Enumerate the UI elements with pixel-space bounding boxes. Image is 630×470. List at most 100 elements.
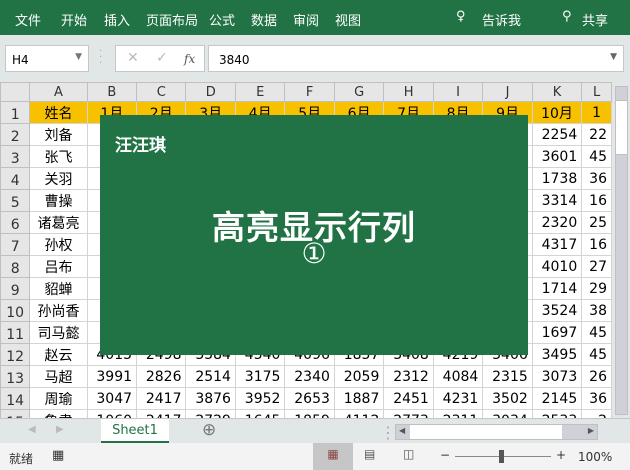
value-cell[interactable]: 3601 <box>531 145 583 168</box>
row-header[interactable]: 7 <box>0 233 31 256</box>
row-header[interactable]: 2 <box>0 123 31 146</box>
name-cell[interactable]: 张飞 <box>29 145 88 168</box>
splitter-handle[interactable]: ⋮ <box>380 423 396 442</box>
column-header-d[interactable]: D <box>185 82 236 102</box>
formula-input[interactable]: 3840 ▼ <box>208 45 624 72</box>
value-cell[interactable]: 36 <box>581 167 612 190</box>
value-cell[interactable]: 22 <box>581 123 612 146</box>
value-cell[interactable]: 1738 <box>531 167 583 190</box>
row-header[interactable]: 10 <box>0 299 31 322</box>
value-cell[interactable]: 2514 <box>185 365 236 388</box>
value-cell[interactable]: 16 <box>581 189 612 212</box>
value-cell[interactable]: 3876 <box>185 387 236 410</box>
name-cell[interactable]: 司马懿 <box>29 321 88 344</box>
row-header[interactable]: 13 <box>0 365 31 388</box>
prev-sheet-icon[interactable]: ◀ <box>28 424 36 435</box>
splitter-handle[interactable]: · · · <box>99 47 102 69</box>
row-header[interactable]: 14 <box>0 387 31 410</box>
tab-formulas[interactable]: 公式 <box>209 10 235 29</box>
row-header[interactable]: 3 <box>0 145 31 168</box>
name-cell[interactable]: 马超 <box>29 365 88 388</box>
value-cell[interactable]: 3073 <box>531 365 583 388</box>
value-cell[interactable]: 1645 <box>234 409 286 418</box>
sheet-tab-sheet1[interactable]: Sheet1 <box>101 419 169 443</box>
normal-view-icon[interactable]: ▦ <box>313 443 353 470</box>
column-header-a[interactable]: A <box>29 82 88 102</box>
name-box[interactable]: H4 ▼ <box>5 45 89 72</box>
name-cell[interactable]: 赵云 <box>29 343 88 366</box>
scroll-left-icon[interactable]: ◀ <box>399 426 405 435</box>
row-header[interactable]: 6 <box>0 211 31 234</box>
value-cell[interactable]: 1060 <box>86 409 138 418</box>
name-cell[interactable]: 关羽 <box>29 167 88 190</box>
chevron-down-icon[interactable]: ▼ <box>75 52 82 62</box>
column-header-f[interactable]: F <box>284 82 335 102</box>
value-cell[interactable]: 25 <box>581 211 612 234</box>
value-cell[interactable]: 2059 <box>333 365 385 388</box>
value-cell[interactable]: 1714 <box>531 277 583 300</box>
value-cell[interactable]: 45 <box>581 321 612 344</box>
value-cell[interactable]: 4112 <box>333 409 385 418</box>
tell-me[interactable]: 告诉我 <box>482 10 521 29</box>
header-cell[interactable]: 1 <box>581 101 612 124</box>
value-cell[interactable]: 2773 <box>383 409 434 418</box>
row-header[interactable]: 5 <box>0 189 31 212</box>
row-header[interactable]: 9 <box>0 277 31 300</box>
name-cell[interactable]: 孙尚香 <box>29 299 88 322</box>
header-cell[interactable]: 姓名 <box>29 101 88 124</box>
tab-data[interactable]: 数据 <box>251 10 277 29</box>
value-cell[interactable]: 16 <box>581 233 612 256</box>
cancel-icon[interactable]: ✕ <box>127 50 139 66</box>
value-cell[interactable]: 29 <box>581 277 612 300</box>
column-header-c[interactable]: C <box>136 82 187 102</box>
name-cell[interactable]: 曹操 <box>29 189 88 212</box>
value-cell[interactable]: 36 <box>581 387 612 410</box>
next-sheet-icon[interactable]: ▶ <box>56 424 64 435</box>
value-cell[interactable]: 2417 <box>136 387 187 410</box>
zoom-slider-thumb[interactable] <box>499 450 504 463</box>
column-header-e[interactable]: E <box>234 82 286 102</box>
value-cell[interactable]: 2729 <box>185 409 236 418</box>
column-header-i[interactable]: I <box>432 82 484 102</box>
value-cell[interactable]: 2 <box>581 409 612 418</box>
tab-insert[interactable]: 插入 <box>104 10 130 29</box>
name-cell[interactable]: 鲁肃 <box>29 409 88 418</box>
value-cell[interactable]: 3314 <box>531 189 583 212</box>
value-cell[interactable]: 2653 <box>284 387 335 410</box>
row-header[interactable]: 4 <box>0 167 31 190</box>
value-cell[interactable]: 27 <box>581 255 612 278</box>
value-cell[interactable]: 3952 <box>234 387 286 410</box>
zoom-in-button[interactable]: + <box>556 448 566 462</box>
page-layout-view-icon[interactable]: ▤ <box>364 447 375 461</box>
horizontal-scrollbar[interactable]: ◀ ▶ <box>395 424 598 440</box>
row-header[interactable]: 1 <box>0 101 31 124</box>
value-cell[interactable]: 1859 <box>284 409 335 418</box>
tab-file[interactable]: 文件 <box>15 10 41 29</box>
value-cell[interactable]: 4084 <box>432 365 484 388</box>
value-cell[interactable]: 4231 <box>432 387 484 410</box>
value-cell[interactable]: 3991 <box>86 365 138 388</box>
value-cell[interactable]: 38 <box>581 299 612 322</box>
row-header[interactable]: 11 <box>0 321 31 344</box>
value-cell[interactable]: 2320 <box>531 211 583 234</box>
value-cell[interactable]: 3495 <box>531 343 583 366</box>
vertical-scrollbar[interactable] <box>612 82 630 418</box>
value-cell[interactable]: 3047 <box>86 387 138 410</box>
select-all-corner[interactable] <box>0 82 31 102</box>
column-header-g[interactable]: G <box>333 82 385 102</box>
column-header-l[interactable]: L <box>581 82 612 102</box>
value-cell[interactable]: 26 <box>581 365 612 388</box>
name-cell[interactable]: 周瑜 <box>29 387 88 410</box>
tab-view[interactable]: 视图 <box>335 10 361 29</box>
value-cell[interactable]: 2533 <box>531 409 583 418</box>
value-cell[interactable]: 4010 <box>531 255 583 278</box>
value-cell[interactable]: 45 <box>581 343 612 366</box>
name-cell[interactable]: 吕布 <box>29 255 88 278</box>
macro-record-icon[interactable]: ▦ <box>52 448 64 463</box>
value-cell[interactable]: 45 <box>581 145 612 168</box>
value-cell[interactable]: 3034 <box>482 409 533 418</box>
name-cell[interactable]: 孙权 <box>29 233 88 256</box>
row-header[interactable]: 8 <box>0 255 31 278</box>
value-cell[interactable]: 2417 <box>136 409 187 418</box>
column-header-k[interactable]: K <box>531 82 583 102</box>
